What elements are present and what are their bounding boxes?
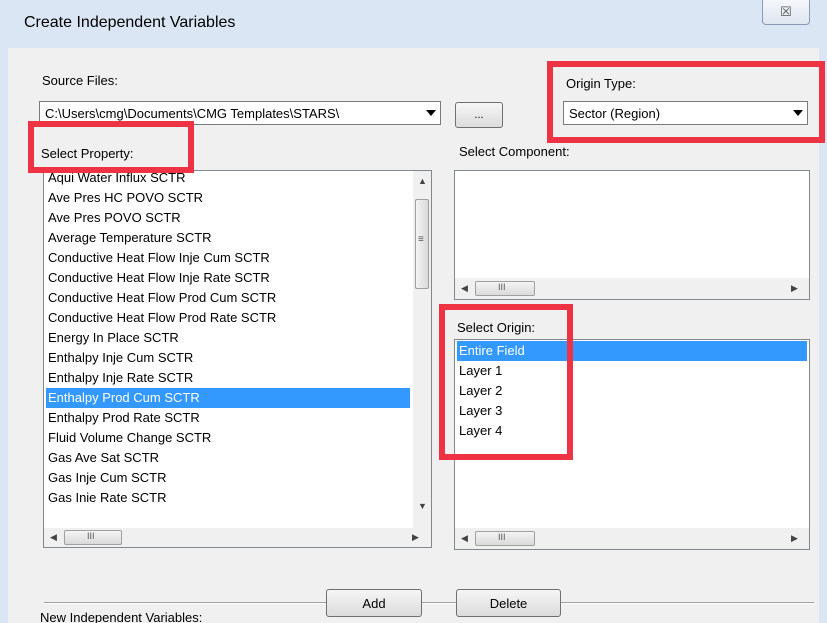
- origin-horizontal-scrollbar[interactable]: ◀ III ▶: [455, 528, 809, 549]
- grip-icon: ≡: [418, 234, 424, 245]
- scroll-left-icon[interactable]: ◀: [50, 532, 57, 543]
- source-files-label: Source Files:: [42, 73, 118, 88]
- property-item-selected[interactable]: Enthalpy Prod Cum SCTR: [46, 388, 410, 408]
- scroll-thumb[interactable]: III: [475, 281, 535, 296]
- property-horizontal-scrollbar[interactable]: ◀ III ▶: [44, 528, 431, 547]
- annotation-box-select-origin: [439, 304, 573, 460]
- property-item[interactable]: Enthalpy Inje Rate SCTR: [46, 368, 193, 388]
- scroll-left-icon[interactable]: ◀: [461, 533, 468, 544]
- property-item[interactable]: Ave Pres POVO SCTR: [46, 208, 181, 228]
- chevron-down-icon: [426, 110, 436, 116]
- scroll-left-icon[interactable]: ◀: [461, 283, 468, 294]
- property-vertical-scrollbar[interactable]: ▲ ≡ ▼: [413, 171, 431, 528]
- scroll-right-icon[interactable]: ▶: [412, 532, 419, 543]
- source-files-value: C:\Users\cmg\Documents\CMG Templates\STA…: [45, 106, 340, 121]
- property-item[interactable]: Ave Pres HC POVO SCTR: [46, 188, 203, 208]
- title-bar: Create Independent Variables ☒: [0, 0, 827, 48]
- property-listbox[interactable]: Aqui Water Influx SCTR Ave Pres HC POVO …: [43, 170, 432, 548]
- property-item[interactable]: Enthalpy Inje Cum SCTR: [46, 348, 193, 368]
- scroll-thumb[interactable]: ≡: [415, 199, 429, 289]
- scroll-thumb[interactable]: III: [64, 530, 122, 545]
- dialog-window: Create Independent Variables ☒ Source Fi…: [0, 0, 827, 623]
- dialog-client-area: Source Files: C:\Users\cmg\Documents\CMG…: [8, 48, 825, 623]
- window-title: Create Independent Variables: [24, 14, 236, 31]
- property-item[interactable]: Fluid Volume Change SCTR: [46, 428, 211, 448]
- property-item[interactable]: Conductive Heat Flow Prod Rate SCTR: [46, 308, 276, 328]
- delete-button-label: Delete: [489, 595, 528, 611]
- component-horizontal-scrollbar[interactable]: ◀ III ▶: [455, 278, 809, 299]
- close-button[interactable]: ☒: [762, 0, 810, 25]
- scroll-down-icon[interactable]: ▼: [418, 501, 427, 511]
- grip-icon: III: [87, 531, 95, 541]
- annotation-box-origin-type: [547, 61, 825, 143]
- component-listbox[interactable]: ◀ III ▶: [454, 170, 810, 300]
- property-item[interactable]: Conductive Heat Flow Prod Cum SCTR: [46, 288, 276, 308]
- property-item[interactable]: Gas Inje Cum SCTR: [46, 468, 166, 488]
- delete-button[interactable]: Delete: [456, 589, 561, 617]
- add-button-label: Add: [362, 595, 386, 611]
- grip-icon: III: [498, 532, 506, 542]
- new-independent-variables-label: New Independent Variables:: [40, 610, 203, 623]
- property-item[interactable]: Conductive Heat Flow Inje Cum SCTR: [46, 248, 270, 268]
- browse-button[interactable]: ...: [455, 102, 503, 128]
- window-frame-left: [0, 48, 8, 623]
- scroll-right-icon[interactable]: ▶: [791, 533, 798, 544]
- grip-icon: III: [498, 282, 506, 292]
- property-item[interactable]: Conductive Heat Flow Inje Rate SCTR: [46, 268, 270, 288]
- separator-line: [44, 602, 814, 604]
- close-icon: ☒: [780, 4, 792, 19]
- select-component-label: Select Component:: [459, 144, 570, 159]
- scroll-thumb[interactable]: III: [475, 531, 535, 546]
- property-item[interactable]: Gas Ave Sat SCTR: [46, 448, 159, 468]
- annotation-box-select-property: [28, 121, 194, 173]
- add-button[interactable]: Add: [326, 589, 422, 617]
- browse-button-label: ...: [474, 109, 484, 121]
- scroll-up-icon[interactable]: ▲: [418, 176, 427, 186]
- property-item[interactable]: Energy In Place SCTR: [46, 328, 179, 348]
- property-item[interactable]: Gas Inje Rate SCTR: [46, 488, 167, 502]
- property-item[interactable]: Enthalpy Prod Rate SCTR: [46, 408, 200, 428]
- property-item[interactable]: Average Temperature SCTR: [46, 228, 212, 248]
- scroll-right-icon[interactable]: ▶: [791, 283, 798, 294]
